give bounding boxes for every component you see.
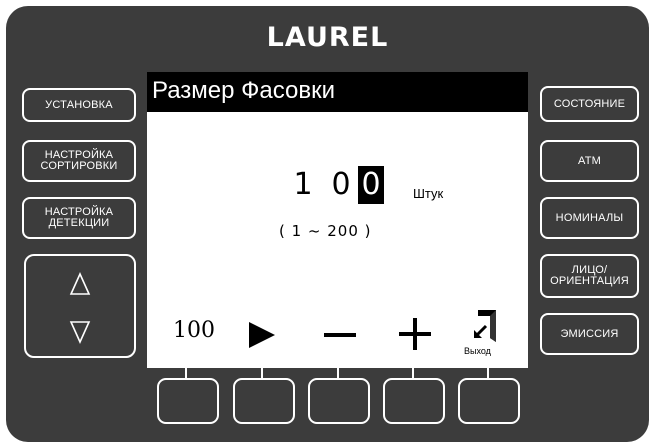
detection-settings-button[interactable]: НАСТРОЙКА ДЕТЕКЦИИ [22, 197, 136, 239]
plus-icon [399, 318, 431, 350]
preset-100-label: 100 [173, 318, 215, 343]
range-hint: ( 1 ~ 200 ) [279, 222, 372, 240]
quantity-digit-tens[interactable]: 0 [328, 166, 354, 204]
atm-button[interactable]: АТМ [540, 140, 639, 182]
denominations-button[interactable]: НОМИНАЛЫ [540, 197, 639, 239]
softkey-3-decrement[interactable] [308, 378, 370, 424]
lcd-screen: Размер Фасовки 1 0 0 Штук ( 1 ~ 200 ) 10… [147, 72, 528, 368]
softkey-1-preset-100[interactable] [157, 378, 219, 424]
screen-title: Размер Фасовки [152, 77, 336, 104]
softkey-5-exit[interactable] [458, 378, 520, 424]
exit-label: Выход [464, 346, 491, 356]
up-down-button-group [24, 254, 136, 358]
title-bar: Размер Фасовки [147, 72, 528, 112]
face-orientation-button[interactable]: ЛИЦО/ ОРИЕНТАЦИЯ [540, 254, 639, 298]
exit-door-icon [474, 310, 496, 342]
brand-logo: LAUREL [266, 22, 389, 53]
play-icon [249, 322, 275, 348]
down-triangle-icon[interactable] [26, 312, 134, 352]
softkey-2-next[interactable] [233, 378, 295, 424]
emission-button[interactable]: ЭМИССИЯ [540, 313, 639, 355]
setup-button[interactable]: УСТАНОВКА [22, 88, 136, 122]
minus-icon [324, 333, 356, 337]
quantity-digit-ones-cursor[interactable]: 0 [358, 166, 384, 204]
quantity-digit-hundreds[interactable]: 1 [290, 166, 316, 204]
up-triangle-icon[interactable] [26, 266, 134, 306]
sort-settings-button[interactable]: НАСТРОЙКА СОРТИРОВКИ [22, 140, 136, 182]
softkey-4-increment[interactable] [383, 378, 445, 424]
status-button[interactable]: СОСТОЯНИЕ [540, 86, 639, 122]
unit-label: Штук [413, 186, 444, 201]
